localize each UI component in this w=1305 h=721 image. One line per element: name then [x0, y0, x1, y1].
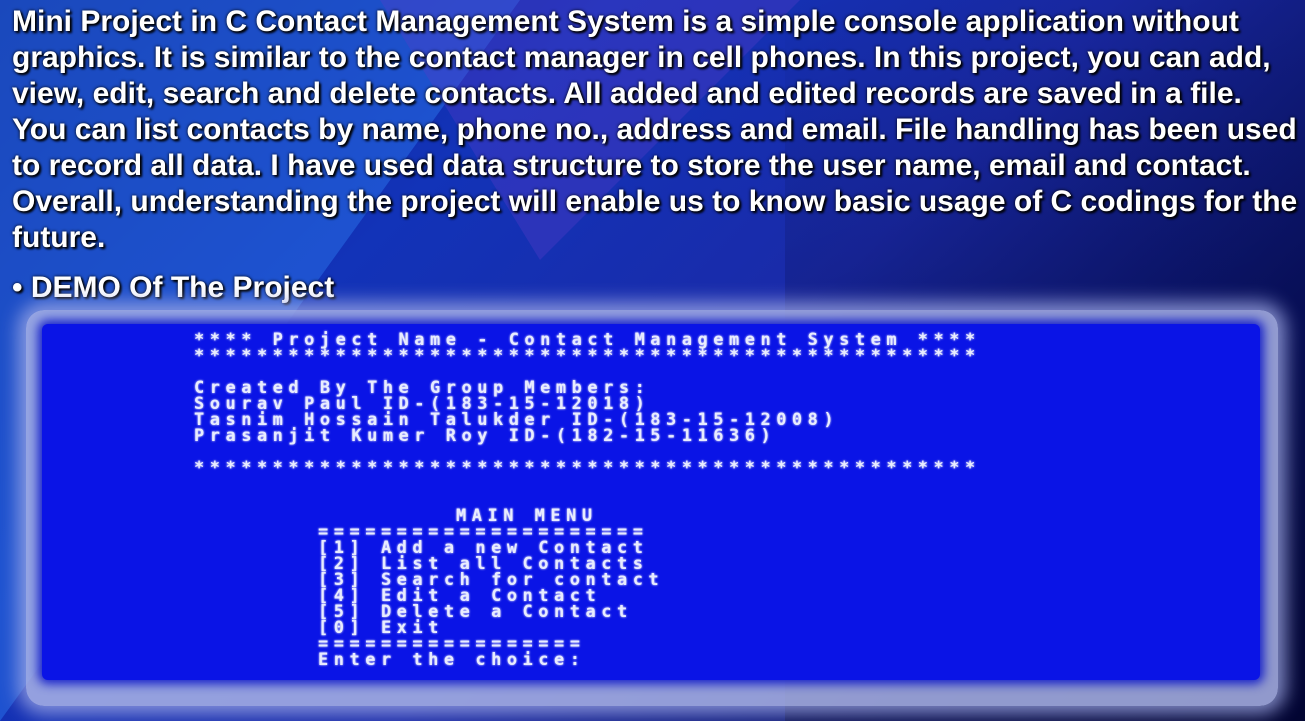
console-footer-rule: ****************************************… [194, 458, 981, 478]
console-window: **** Project Name - Contact Management S… [42, 324, 1260, 680]
demo-bullet: • DEMO Of The Project [12, 271, 335, 304]
console-header-rule: ****************************************… [194, 346, 981, 366]
console-member: Prasanjit Kumer Roy ID-(182-15-11636) [194, 426, 777, 446]
console-prompt: Enter the choice: [318, 650, 586, 670]
slide-paragraph: Mini Project in C Contact Management Sys… [12, 5, 1298, 254]
